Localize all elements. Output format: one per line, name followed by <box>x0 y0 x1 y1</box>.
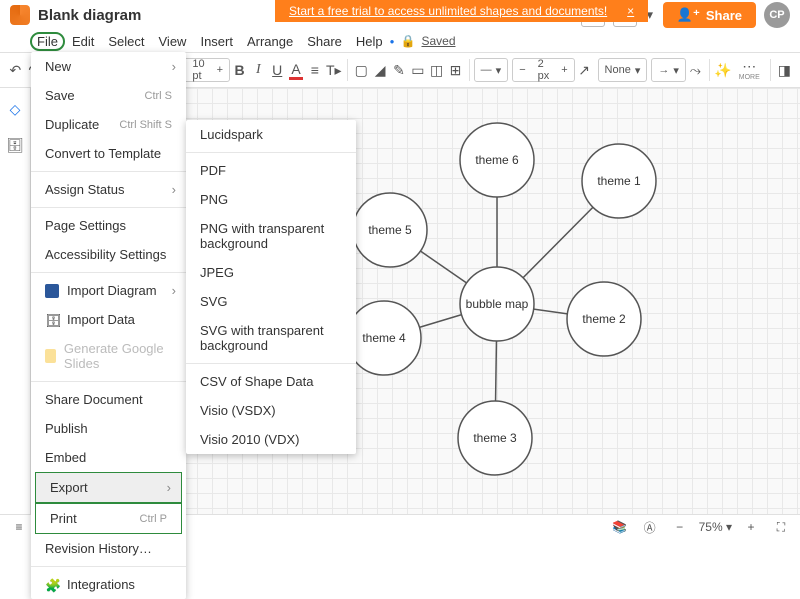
accessibility-icon[interactable]: Ⓐ <box>639 516 661 538</box>
visio-icon <box>45 284 59 298</box>
file-assign-status[interactable]: Assign Status <box>31 175 186 204</box>
user-avatar[interactable]: CP <box>764 2 790 28</box>
left-rail: ◇ 🗄 <box>0 88 31 514</box>
trial-banner[interactable]: Start a free trial to access unlimited s… <box>275 0 648 22</box>
file-publish[interactable]: Publish <box>31 414 186 443</box>
font-size-value: 10 pt <box>186 58 210 82</box>
underline-button[interactable]: U <box>268 57 287 83</box>
line-pattern-button[interactable]: ↗ <box>575 57 594 83</box>
fill-color-button[interactable]: ◢ <box>371 57 390 83</box>
lock-icon: 🔒 <box>401 34 416 48</box>
text-color-button[interactable]: A <box>287 57 306 83</box>
saved-label[interactable]: Saved <box>421 34 455 48</box>
database-icon: 🗄 <box>45 313 59 327</box>
right-panel-toggle[interactable]: ◨ <box>775 57 794 83</box>
export-svg[interactable]: SVG <box>186 287 356 316</box>
trial-close-button[interactable]: × <box>627 4 634 18</box>
file-convert-template[interactable]: Convert to Template <box>31 139 186 168</box>
undo-button[interactable]: ↶ <box>6 57 25 83</box>
shadow-button[interactable]: ◫ <box>427 57 446 83</box>
file-accessibility[interactable]: Accessibility Settings <box>31 240 186 269</box>
bold-button[interactable]: B <box>230 57 249 83</box>
svg-text:theme 3: theme 3 <box>473 431 517 445</box>
file-integrations[interactable]: 🧩Integrations <box>31 570 186 599</box>
saved-status: ● 🔒 Saved <box>390 34 800 48</box>
file-export[interactable]: Export <box>35 472 182 503</box>
svg-text:theme 2: theme 2 <box>582 312 626 326</box>
lock-button[interactable]: ⊞ <box>446 57 465 83</box>
menu-select[interactable]: Select <box>101 32 151 51</box>
file-page-settings[interactable]: Page Settings <box>31 211 186 240</box>
stroke-width-stepper[interactable]: − 2 px + <box>512 58 574 82</box>
svg-text:theme 5: theme 5 <box>368 223 412 237</box>
zoom-out-button[interactable]: − <box>669 516 691 538</box>
menu-insert[interactable]: Insert <box>193 32 240 51</box>
svg-text:theme 4: theme 4 <box>362 331 406 345</box>
menu-file[interactable]: File <box>30 32 65 51</box>
export-submenu: Lucidspark PDF PNG PNG with transparent … <box>186 120 356 454</box>
more-label: MORE <box>739 74 760 81</box>
text-options-button[interactable]: T▸ <box>324 57 343 83</box>
saved-dot-icon: ● <box>390 37 395 46</box>
line-options-button[interactable]: ⤳ <box>686 57 705 83</box>
document-title[interactable]: Blank diagram <box>38 7 141 24</box>
export-png-transparent[interactable]: PNG with transparent background <box>186 214 356 258</box>
menu-help[interactable]: Help <box>349 32 390 51</box>
arrow-start-select[interactable]: None▾ <box>598 58 648 82</box>
line-style-select[interactable]: —▾ <box>474 58 509 82</box>
integrations-icon: 🧩 <box>45 578 59 592</box>
line-color-button[interactable]: ✎ <box>390 57 409 83</box>
menu-share[interactable]: Share <box>300 32 349 51</box>
list-view-icon[interactable]: ≡ <box>8 516 30 538</box>
font-size-plus[interactable]: + <box>211 64 229 76</box>
export-pdf[interactable]: PDF <box>186 156 356 185</box>
file-save[interactable]: SaveCtrl S <box>31 81 186 110</box>
menu-edit[interactable]: Edit <box>65 32 101 51</box>
app-logo[interactable] <box>10 5 30 25</box>
file-revision-history[interactable]: Revision History… <box>31 534 186 563</box>
file-share-document[interactable]: Share Document <box>31 385 186 414</box>
export-visio[interactable]: Visio (VSDX) <box>186 396 356 425</box>
svg-text:theme 6: theme 6 <box>475 153 519 167</box>
export-lucidspark[interactable]: Lucidspark <box>186 120 356 149</box>
export-svg-transparent[interactable]: SVG with transparent background <box>186 316 356 360</box>
trial-text: Start a free trial to access unlimited s… <box>289 4 607 18</box>
svg-text:bubble map: bubble map <box>466 297 529 311</box>
export-png[interactable]: PNG <box>186 185 356 214</box>
zoom-in-button[interactable]: + <box>740 516 762 538</box>
align-button[interactable]: ≡ <box>305 57 324 83</box>
menu-arrange[interactable]: Arrange <box>240 32 300 51</box>
file-generate-slides: Generate Google Slides <box>31 334 186 378</box>
data-tool-icon[interactable]: 🗄 <box>2 132 28 158</box>
share-button[interactable]: 👤⁺ Share <box>663 2 756 28</box>
share-icon: 👤⁺ <box>677 7 700 23</box>
file-new[interactable]: New <box>31 52 186 81</box>
file-duplicate[interactable]: DuplicateCtrl Shift S <box>31 110 186 139</box>
file-import-data[interactable]: 🗄Import Data <box>31 305 186 334</box>
export-jpeg[interactable]: JPEG <box>186 258 356 287</box>
file-import-diagram[interactable]: Import Diagram <box>31 276 186 305</box>
more-button[interactable]: ⋯ <box>736 60 762 74</box>
layers-icon[interactable]: 📚 <box>609 516 631 538</box>
magic-button[interactable]: ✨ <box>713 57 732 83</box>
menu-view[interactable]: View <box>152 32 194 51</box>
slides-icon <box>45 349 56 363</box>
shape-options-button[interactable]: ▭ <box>408 57 427 83</box>
export-csv[interactable]: CSV of Shape Data <box>186 367 356 396</box>
shapes-tool-icon[interactable]: ◇ <box>2 96 28 122</box>
menubar: File Edit Select View Insert Arrange Sha… <box>0 30 800 52</box>
share-label: Share <box>706 8 742 23</box>
svg-text:theme 1: theme 1 <box>597 174 641 188</box>
export-visio2010[interactable]: Visio 2010 (VDX) <box>186 425 356 454</box>
fill-button[interactable]: ▢ <box>352 57 371 83</box>
zoom-level[interactable]: 75% ▾ <box>699 520 732 534</box>
file-print[interactable]: PrintCtrl P <box>35 503 182 534</box>
file-embed[interactable]: Embed <box>31 443 186 472</box>
file-menu-dropdown: New SaveCtrl S DuplicateCtrl Shift S Con… <box>31 52 186 599</box>
italic-button[interactable]: I <box>249 57 268 83</box>
fullscreen-button[interactable]: ⛶ <box>770 516 792 538</box>
arrow-end-select[interactable]: →▾ <box>651 58 686 82</box>
